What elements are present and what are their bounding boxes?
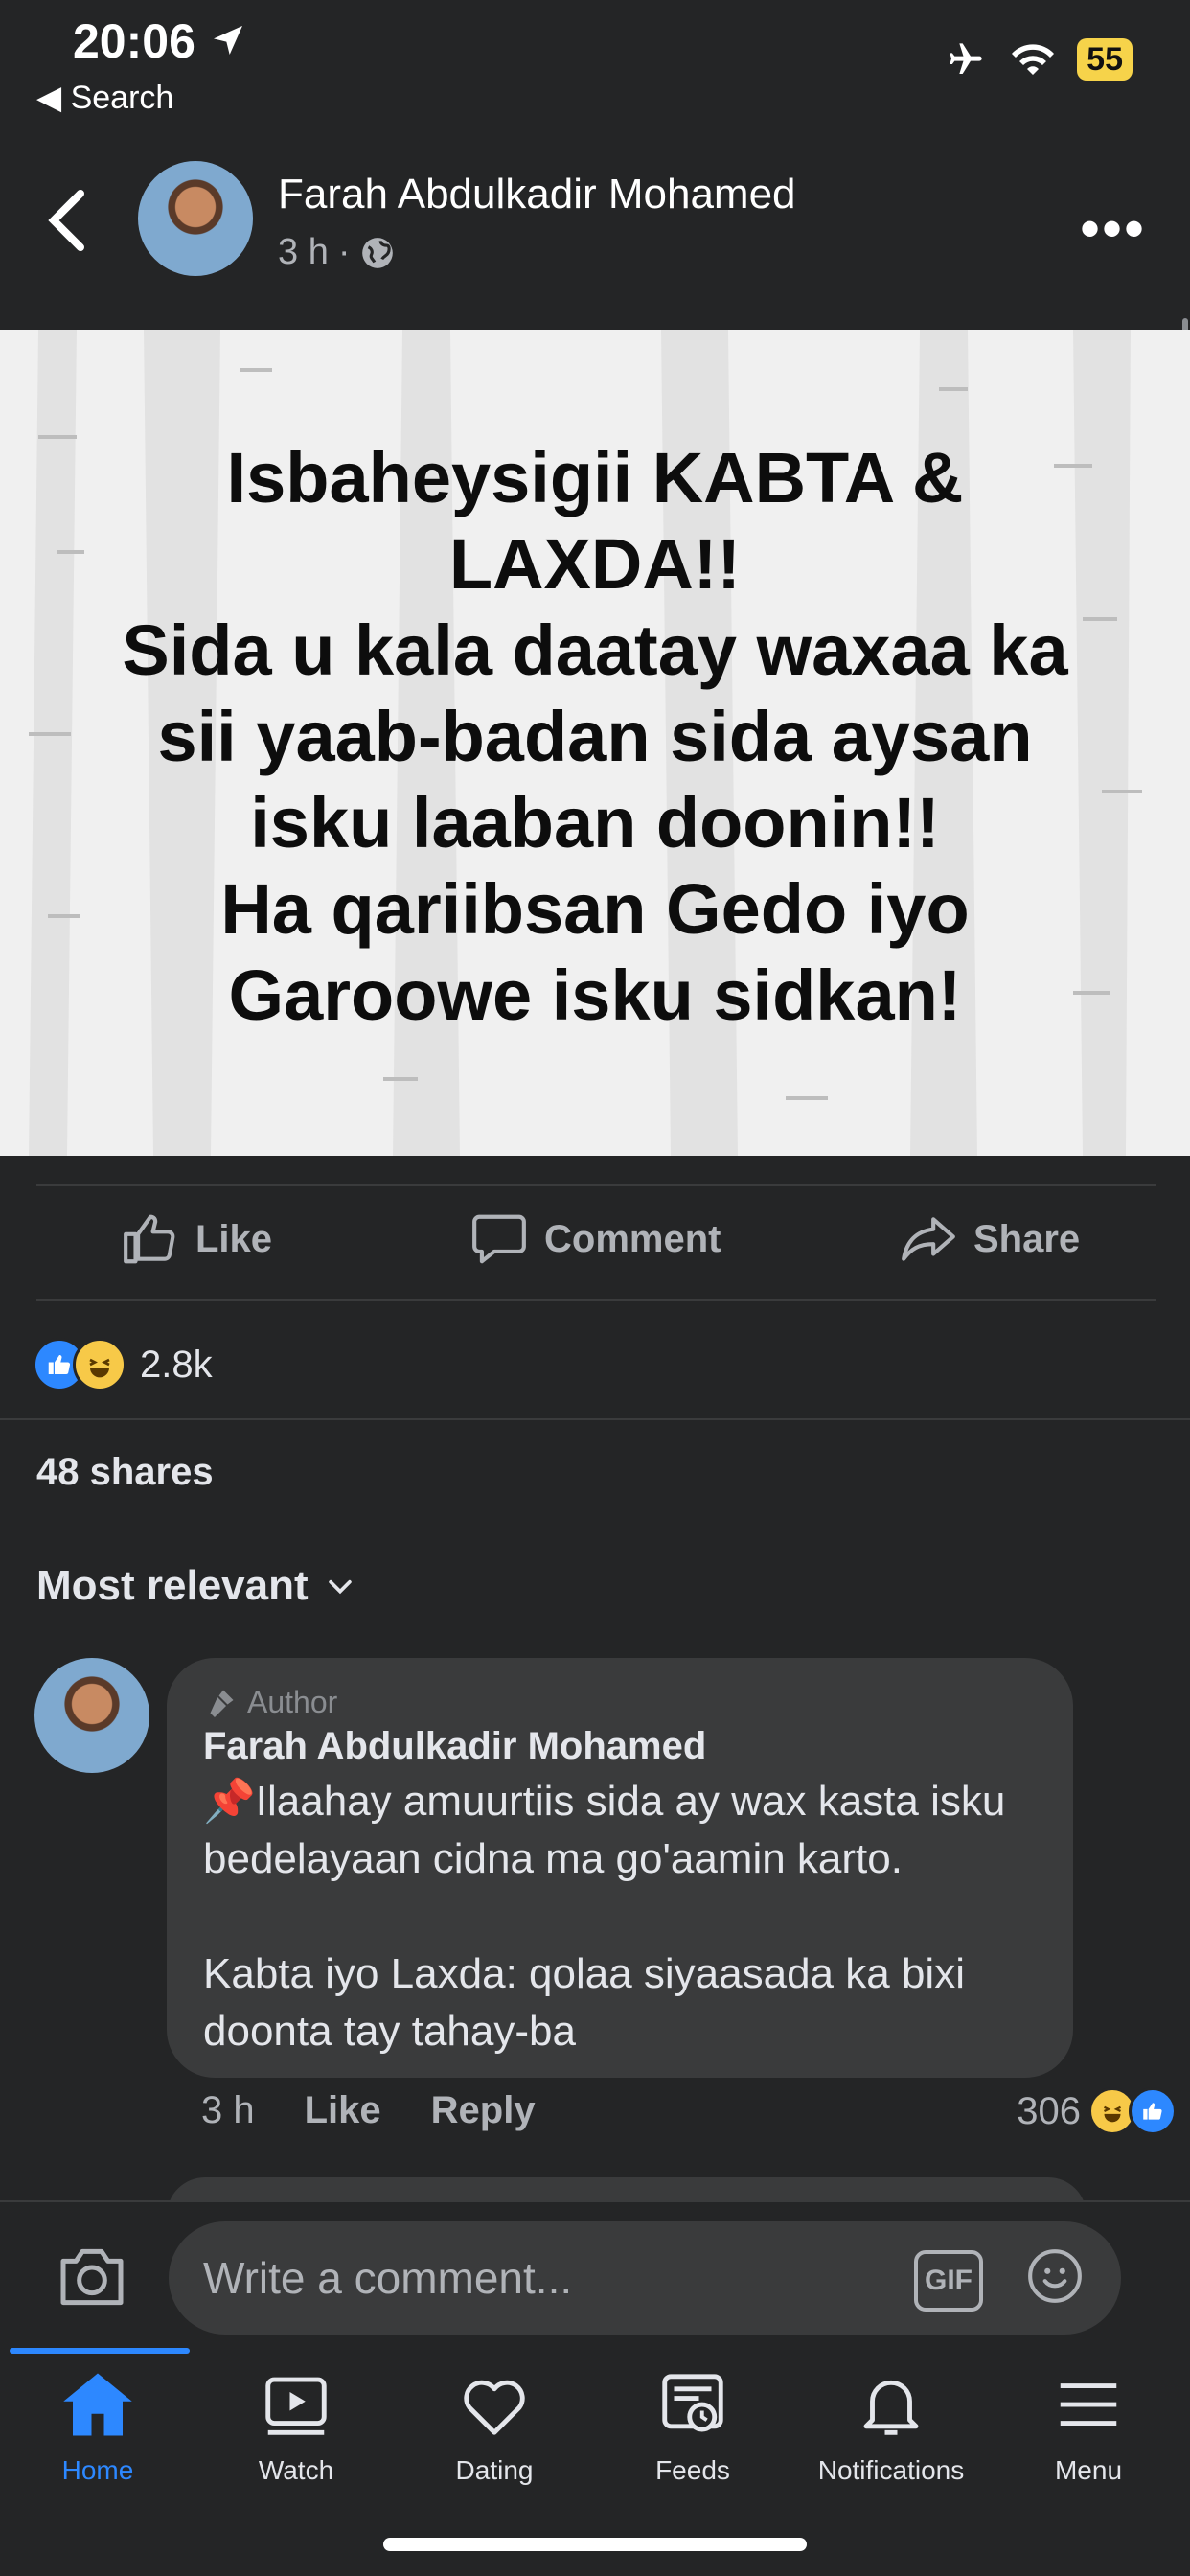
tab-menu[interactable]: Menu bbox=[993, 2367, 1184, 2486]
sort-comments-dropdown[interactable]: Most relevant bbox=[36, 1562, 356, 1610]
divider bbox=[0, 1418, 1190, 1420]
meta-separator: · bbox=[337, 232, 351, 272]
image-text-line: isku laaban doonin!! bbox=[250, 783, 940, 862]
wifi-icon bbox=[1012, 44, 1055, 75]
like-label: Like bbox=[195, 1217, 273, 1260]
back-to-search[interactable]: ◀ Search bbox=[36, 79, 173, 117]
tab-watch[interactable]: Watch bbox=[200, 2367, 392, 2486]
like-reaction-icon bbox=[1129, 2087, 1177, 2135]
status-time: 20:06 bbox=[73, 13, 247, 69]
airplane-icon bbox=[950, 43, 982, 74]
home-icon bbox=[63, 2373, 132, 2436]
tab-notifications[interactable]: Notifications bbox=[795, 2367, 987, 2486]
location-arrow-icon bbox=[213, 26, 242, 55]
share-icon bbox=[902, 1217, 955, 1261]
divider bbox=[36, 1300, 1156, 1301]
tab-dating[interactable]: Dating bbox=[399, 2367, 590, 2486]
comment-reply-button[interactable]: Reply bbox=[431, 2089, 536, 2132]
comment-text: 📌Ilaahay amuurtiis sida ay wax kasta isk… bbox=[203, 1778, 1006, 2055]
author-avatar[interactable] bbox=[138, 161, 253, 276]
emoji-icon[interactable] bbox=[1025, 2246, 1085, 2306]
post-image[interactable]: Isbaheysigii KABTA & LAXDA!! Sida u kala… bbox=[0, 330, 1190, 1156]
sort-label: Most relevant bbox=[36, 1562, 309, 1609]
watch-icon bbox=[265, 2377, 327, 2435]
reaction-summary[interactable]: 2.8k bbox=[33, 1338, 213, 1392]
home-indicator[interactable] bbox=[383, 2538, 807, 2551]
commenter-name[interactable]: Farah Abdulkadir Mohamed bbox=[203, 1725, 706, 1768]
tab-label: Watch bbox=[258, 2455, 334, 2485]
tab-label: Home bbox=[61, 2455, 134, 2485]
reaction-count: 2.8k bbox=[140, 1343, 213, 1386]
image-text-line: Garoowe isku sidkan! bbox=[228, 955, 962, 1035]
author-name[interactable]: Farah Abdulkadir Mohamed bbox=[278, 171, 796, 218]
author-badge-label: Author bbox=[247, 1685, 338, 1719]
gif-button[interactable]: GIF bbox=[914, 2250, 983, 2312]
commenter-avatar[interactable] bbox=[34, 1658, 149, 1773]
post-meta: 3 h · bbox=[278, 232, 396, 273]
comment-time: 3 h bbox=[201, 2089, 255, 2131]
comment-reactions[interactable]: 306 bbox=[1017, 2087, 1177, 2135]
globe-icon bbox=[362, 237, 394, 268]
bell-icon bbox=[863, 2380, 919, 2435]
heart-icon bbox=[464, 2380, 525, 2435]
tab-label: Menu bbox=[1054, 2455, 1123, 2485]
author-badge: Author bbox=[203, 1685, 337, 1720]
divider bbox=[36, 1184, 1156, 1186]
like-button[interactable]: Like bbox=[121, 1209, 272, 1269]
tab-label: Dating bbox=[455, 2455, 534, 2485]
image-text-line: Sida u kala daatay waxaa ka bbox=[122, 610, 1068, 690]
more-options-button[interactable]: ••• bbox=[1080, 196, 1146, 262]
tab-feeds[interactable]: Feeds bbox=[597, 2367, 789, 2486]
comment-reaction-count: 306 bbox=[1017, 2089, 1081, 2132]
tab-label: Feeds bbox=[655, 2455, 730, 2485]
share-button[interactable]: Share bbox=[899, 1209, 1080, 1269]
comment-actions: 3 h Like Reply bbox=[201, 2089, 536, 2132]
status-icons: 55 bbox=[943, 38, 1133, 80]
image-text-line: sii yaab-badan sida aysan bbox=[157, 697, 1033, 776]
thumbs-up-icon bbox=[124, 1214, 175, 1264]
comment-input[interactable]: Write a comment... GIF bbox=[169, 2221, 1121, 2334]
chevron-left-icon bbox=[48, 190, 84, 251]
tab-label: Notifications bbox=[817, 2455, 965, 2485]
post-image-text: Isbaheysigii KABTA & LAXDA!! Sida u kala… bbox=[57, 435, 1133, 1039]
comment-like-button[interactable]: Like bbox=[305, 2089, 381, 2132]
shares-count[interactable]: 48 shares bbox=[36, 1451, 214, 1494]
back-button[interactable] bbox=[38, 182, 96, 259]
battery-indicator: 55 bbox=[1077, 38, 1133, 80]
comment-placeholder: Write a comment... bbox=[203, 2253, 573, 2303]
image-text-line: Isbaheysigii KABTA & bbox=[226, 438, 964, 518]
feeds-icon bbox=[662, 2374, 723, 2432]
image-text-line: LAXDA!! bbox=[448, 524, 742, 604]
haha-reaction-icon bbox=[73, 1338, 126, 1392]
post-time: 3 h bbox=[278, 232, 329, 272]
comment-button[interactable]: Comment bbox=[469, 1209, 721, 1269]
microphone-icon bbox=[210, 1690, 234, 1717]
share-label: Share bbox=[973, 1217, 1081, 1260]
chevron-down-icon bbox=[328, 1579, 352, 1595]
camera-icon bbox=[60, 2248, 124, 2306]
camera-button[interactable] bbox=[54, 2239, 130, 2315]
menu-icon bbox=[1060, 2383, 1117, 2426]
image-text-line: Ha qariibsan Gedo iyo bbox=[220, 869, 970, 949]
comment-label: Comment bbox=[544, 1217, 721, 1260]
tab-home[interactable]: Home bbox=[2, 2367, 194, 2486]
comment-bubble[interactable]: Author Farah Abdulkadir Mohamed 📌Ilaahay… bbox=[167, 1658, 1073, 2078]
comment-icon bbox=[472, 1214, 526, 1264]
active-tab-indicator bbox=[10, 2348, 190, 2354]
